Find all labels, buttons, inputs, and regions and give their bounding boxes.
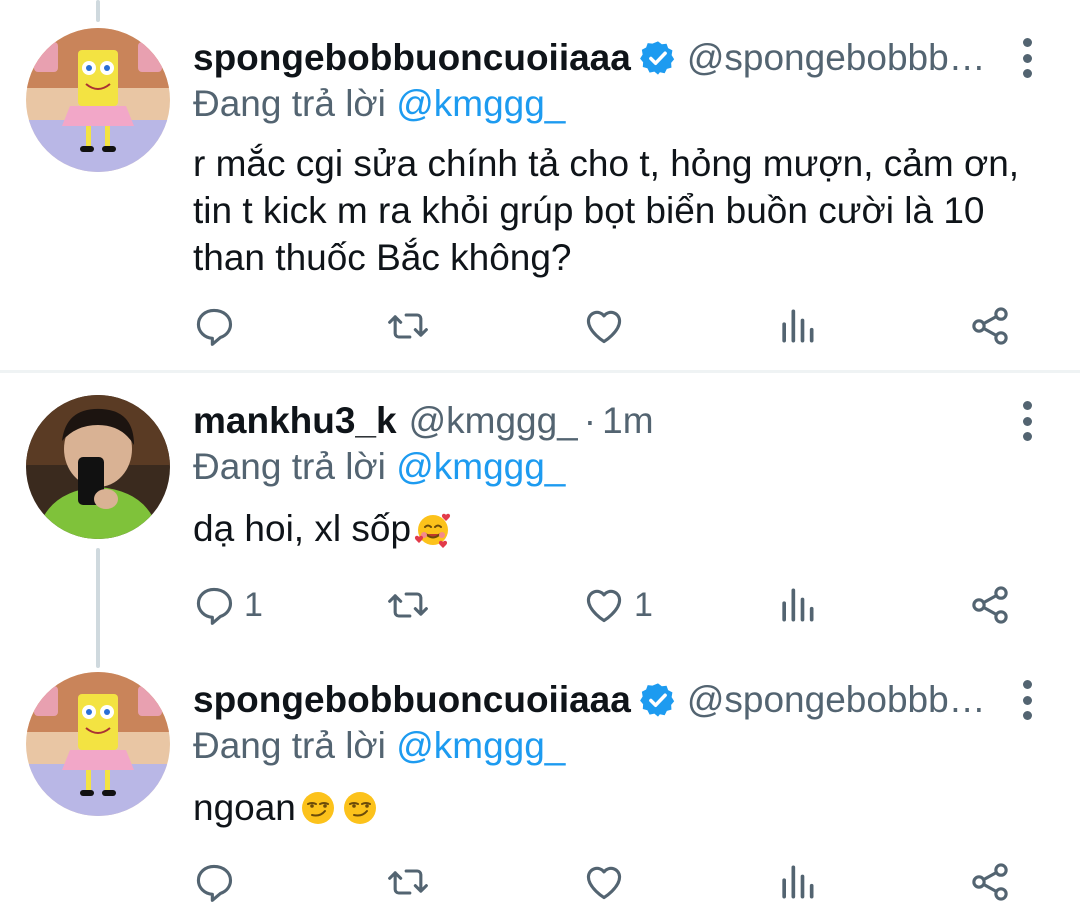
reply-icon — [196, 587, 233, 625]
like-button[interactable]: 1 — [582, 575, 653, 635]
analytics-icon — [782, 865, 814, 899]
retweet-icon — [388, 313, 428, 339]
mankhu-avatar-image — [26, 395, 170, 539]
smirking-face-emoji-icon — [301, 792, 334, 824]
share-icon — [972, 586, 1008, 624]
tweet-text-content: ngoan — [193, 787, 296, 828]
more-vertical-icon[interactable] — [1020, 680, 1034, 720]
replying-mention[interactable]: @kmggg_ — [396, 725, 565, 766]
share-button[interactable] — [968, 296, 1012, 356]
reply-button[interactable] — [192, 296, 244, 356]
user-handle[interactable]: @spongebobbb… — [687, 678, 986, 722]
verified-badge-icon — [639, 41, 674, 75]
like-button[interactable] — [582, 296, 634, 356]
tweet-actions — [0, 852, 1080, 912]
smirking-face-emoji-icon — [343, 792, 376, 824]
analytics-button[interactable] — [775, 296, 819, 356]
tweet-text: r mắc cgi sửa chính tả cho t, hỏng mượn,… — [193, 140, 1050, 281]
analytics-button[interactable] — [775, 575, 819, 635]
display-name[interactable]: spongebobbuoncuoiiaaa — [193, 678, 631, 722]
reply-icon — [196, 308, 233, 346]
replying-to: Đang trả lời @kmggg_ — [193, 82, 565, 126]
tweet-time[interactable]: 1m — [602, 399, 653, 443]
reply-button[interactable]: 1 — [192, 575, 263, 635]
avatar-spongebob[interactable] — [26, 28, 170, 172]
reply-button[interactable] — [192, 852, 244, 912]
tweet-actions — [0, 296, 1080, 356]
replying-to: Đang trả lời @kmggg_ — [193, 724, 565, 768]
spongebob-avatar-image — [26, 28, 170, 172]
more-vertical-icon[interactable] — [1020, 401, 1034, 441]
tweet-2[interactable]: mankhu3_k @kmggg_ · 1m Đang trả lời @kmg… — [0, 373, 1080, 663]
heart-icon — [586, 866, 622, 900]
like-button[interactable] — [582, 852, 634, 912]
tweet-text: dạ hoi, xl sốp — [193, 505, 1050, 552]
analytics-icon — [782, 309, 814, 343]
like-count: 1 — [634, 585, 653, 624]
tweet-3[interactable]: spongebobbuoncuoiiaaa @spongebobbb… Đang… — [0, 664, 1080, 919]
replying-mention[interactable]: @kmggg_ — [396, 446, 565, 487]
retweet-button[interactable] — [386, 852, 438, 912]
more-vertical-icon[interactable] — [1020, 38, 1034, 78]
reply-count: 1 — [244, 585, 263, 624]
tweet-1[interactable]: spongebobbuoncuoiiaaa @spongebobbb… Đang… — [0, 0, 1080, 372]
user-handle[interactable]: @kmggg_ — [409, 399, 578, 443]
retweet-icon — [388, 592, 428, 618]
user-handle[interactable]: @spongebobbb… — [687, 36, 986, 80]
share-icon — [972, 307, 1008, 345]
tweet-text-content: r mắc cgi sửa chính tả cho t, hỏng mượn,… — [193, 143, 1020, 278]
retweet-icon — [388, 869, 428, 895]
heart-icon — [586, 310, 622, 344]
separator-dot: · — [583, 400, 597, 441]
smiling-face-with-hearts-emoji-icon — [414, 513, 451, 548]
heart-icon — [586, 589, 622, 623]
retweet-button[interactable] — [386, 575, 438, 635]
avatar-mankhu[interactable] — [26, 395, 170, 539]
verified-badge-icon — [639, 683, 674, 717]
display-name[interactable]: mankhu3_k — [193, 399, 397, 443]
display-name[interactable]: spongebobbuoncuoiiaaa — [193, 36, 631, 80]
spongebob-avatar-image — [26, 672, 170, 816]
avatar-spongebob[interactable] — [26, 672, 170, 816]
tweet-text: ngoan — [193, 784, 1050, 831]
tweet-actions: 1 1 — [0, 575, 1080, 635]
analytics-button[interactable] — [775, 852, 819, 912]
reply-icon — [196, 864, 233, 902]
replying-prefix: Đang trả lời — [193, 446, 397, 487]
replying-prefix: Đang trả lời — [193, 725, 397, 766]
tweet-header: spongebobbuoncuoiiaaa @spongebobbb… — [193, 678, 1040, 722]
share-icon — [972, 863, 1008, 901]
share-button[interactable] — [968, 575, 1012, 635]
replying-to: Đang trả lời @kmggg_ — [193, 445, 565, 489]
share-button[interactable] — [968, 852, 1012, 912]
replying-prefix: Đang trả lời — [193, 83, 397, 124]
replying-mention[interactable]: @kmggg_ — [396, 83, 565, 124]
tweet-text-content: dạ hoi, xl sốp — [193, 508, 412, 549]
tweet-header: spongebobbuoncuoiiaaa @spongebobbb… — [193, 36, 1040, 80]
retweet-button[interactable] — [386, 296, 438, 356]
analytics-icon — [782, 588, 814, 622]
tweet-header: mankhu3_k @kmggg_ · 1m — [193, 399, 1040, 443]
